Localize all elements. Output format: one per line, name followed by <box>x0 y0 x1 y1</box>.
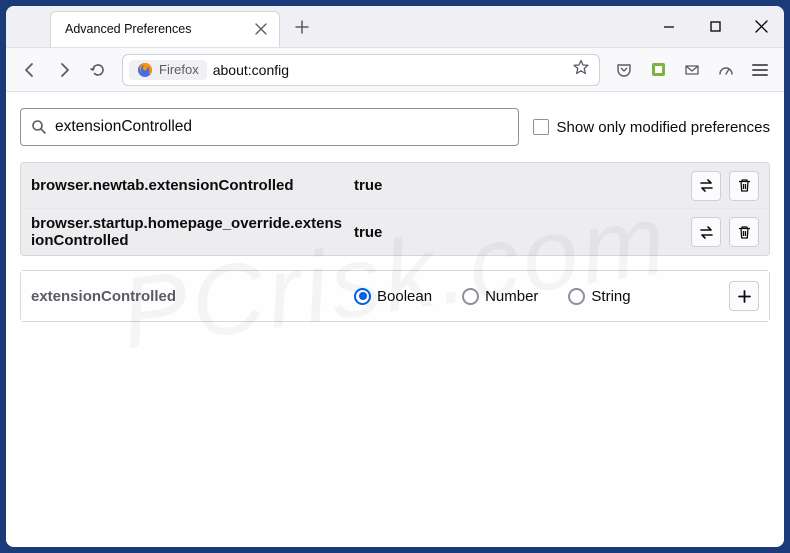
speed-icon[interactable] <box>710 54 742 86</box>
navbar: Firefox about:config <box>6 48 784 92</box>
window-controls <box>646 6 784 48</box>
radio-string[interactable]: String <box>568 288 630 305</box>
radio-label: Boolean <box>377 288 432 305</box>
back-button[interactable] <box>14 54 46 86</box>
checkbox-icon <box>533 119 549 135</box>
plus-icon <box>737 289 752 304</box>
swap-icon <box>698 224 715 241</box>
trash-icon <box>737 178 752 193</box>
bookmark-star-icon[interactable] <box>569 55 593 84</box>
type-picker: Boolean Number String <box>354 288 721 305</box>
menu-button[interactable] <box>744 54 776 86</box>
pref-value: true <box>354 177 683 194</box>
pref-name: browser.startup.homepage_override.extens… <box>31 215 346 249</box>
identity-label: Firefox <box>159 62 199 77</box>
add-button[interactable] <box>729 281 759 311</box>
add-pref-name: extensionControlled <box>31 288 346 305</box>
toggle-button[interactable] <box>691 171 721 201</box>
swap-icon <box>698 177 715 194</box>
radio-number[interactable]: Number <box>462 288 538 305</box>
pref-value: true <box>354 224 683 241</box>
search-row: Show only modified preferences <box>20 108 770 146</box>
search-icon <box>31 119 47 135</box>
firefox-icon <box>137 62 153 78</box>
toggle-button[interactable] <box>691 217 721 247</box>
delete-button[interactable] <box>729 217 759 247</box>
pocket-icon[interactable] <box>608 54 640 86</box>
extension-icon[interactable] <box>642 54 674 86</box>
add-pref-row: extensionControlled Boolean Number Strin… <box>21 271 769 321</box>
maximize-button[interactable] <box>692 6 738 48</box>
tab-title: Advanced Preferences <box>65 22 240 36</box>
forward-button[interactable] <box>48 54 80 86</box>
hamburger-icon <box>752 64 768 76</box>
reload-button[interactable] <box>82 54 114 86</box>
trash-icon <box>737 225 752 240</box>
show-modified-checkbox[interactable]: Show only modified preferences <box>533 119 770 136</box>
pref-row: browser.newtab.extensionControlled true <box>21 163 769 209</box>
url-bar[interactable]: Firefox about:config <box>122 54 600 86</box>
browser-window: PCrisk.com Advanced Preferences <box>6 6 784 547</box>
checkbox-label: Show only modified preferences <box>557 119 770 136</box>
url-text: about:config <box>213 62 563 78</box>
mail-icon[interactable] <box>676 54 708 86</box>
add-actions <box>729 281 759 311</box>
radio-icon <box>568 288 585 305</box>
close-button[interactable] <box>738 6 784 48</box>
radio-label: String <box>591 288 630 305</box>
radio-boolean[interactable]: Boolean <box>354 288 432 305</box>
titlebar: Advanced Preferences <box>6 6 784 48</box>
close-icon[interactable] <box>252 21 269 38</box>
delete-button[interactable] <box>729 171 759 201</box>
identity-box[interactable]: Firefox <box>129 60 207 80</box>
search-box[interactable] <box>20 108 519 146</box>
pref-name: browser.newtab.extensionControlled <box>31 177 346 194</box>
add-pref-container: extensionControlled Boolean Number Strin… <box>20 270 770 322</box>
pref-row: browser.startup.homepage_override.extens… <box>21 209 769 255</box>
new-tab-button[interactable] <box>288 13 316 41</box>
minimize-button[interactable] <box>646 6 692 48</box>
pref-actions <box>691 217 759 247</box>
pref-actions <box>691 171 759 201</box>
about-config-content: Show only modified preferences browser.n… <box>6 92 784 547</box>
radio-icon <box>354 288 371 305</box>
pref-table: browser.newtab.extensionControlled true … <box>20 162 770 256</box>
radio-icon <box>462 288 479 305</box>
search-input[interactable] <box>55 118 508 136</box>
radio-label: Number <box>485 288 538 305</box>
tab-active[interactable]: Advanced Preferences <box>50 11 280 47</box>
